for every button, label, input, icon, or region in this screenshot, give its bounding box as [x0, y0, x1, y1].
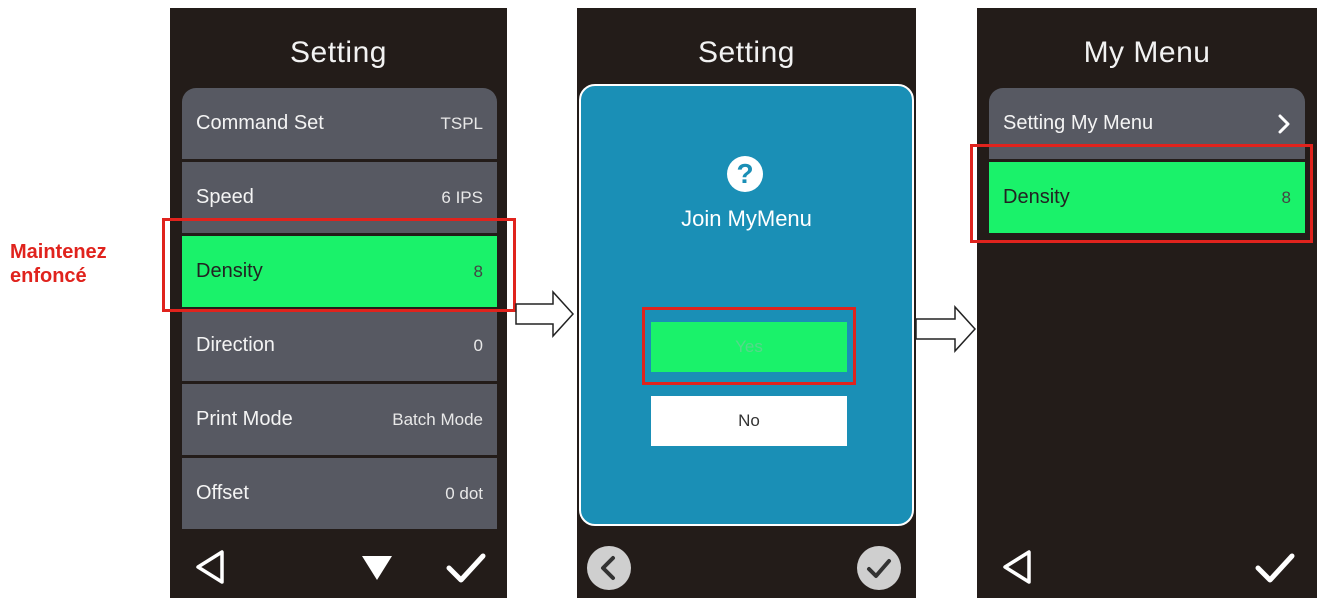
list-item-print-mode[interactable]: Print Mode Batch Mode [182, 384, 497, 455]
hold-instruction-line2: enfoncé [10, 265, 87, 287]
highlight-box-yes [642, 307, 856, 385]
hold-instruction: Maintenez enfoncé [10, 240, 160, 288]
arrow-right-icon [515, 290, 575, 338]
item-label: Command Set [196, 112, 324, 134]
chevron-right-icon [1278, 114, 1290, 133]
screen-title: Setting [290, 36, 387, 69]
back-triangle-icon[interactable] [194, 549, 226, 585]
checkmark-icon[interactable] [446, 552, 486, 584]
hold-instruction-line1: Maintenez [10, 241, 107, 263]
item-label: Print Mode [196, 408, 293, 430]
confirm-screen: Setting ? Join MyMenu Yes No [577, 8, 916, 598]
list-item-direction[interactable]: Direction 0 [182, 310, 497, 381]
item-label: Offset [196, 482, 249, 504]
list-item-command-set[interactable]: Command Set TSPL [182, 88, 497, 159]
list-item-offset[interactable]: Offset 0 dot [182, 458, 497, 529]
dialog-message: Join MyMenu [681, 206, 812, 231]
back-triangle-icon[interactable] [1001, 549, 1033, 585]
down-triangle-icon[interactable] [360, 554, 394, 582]
question-mark-icon: ? [727, 156, 763, 192]
check-circle-icon[interactable] [857, 546, 901, 590]
checkmark-icon[interactable] [1255, 552, 1295, 584]
item-label: Setting My Menu [1003, 112, 1154, 134]
screen-title: My Menu [1083, 36, 1211, 69]
item-value: 6 IPS [441, 187, 483, 207]
item-value: 0 dot [445, 483, 483, 503]
item-label: Speed [196, 186, 254, 208]
highlight-box-density [162, 218, 516, 312]
item-value: TSPL [440, 113, 483, 133]
join-mymenu-dialog: ? Join MyMenu Yes No [579, 84, 914, 526]
back-circle-icon[interactable] [587, 546, 631, 590]
item-label: Direction [196, 334, 275, 356]
item-value: 0 [473, 335, 483, 355]
item-value: Batch Mode [392, 409, 483, 429]
arrow-right-icon [915, 305, 977, 353]
my-menu-screen: My Menu Setting My Menu Density 8 [977, 8, 1317, 598]
no-button[interactable]: No [651, 396, 847, 446]
highlight-box-density [970, 144, 1313, 243]
screen-title: Setting [698, 36, 795, 69]
